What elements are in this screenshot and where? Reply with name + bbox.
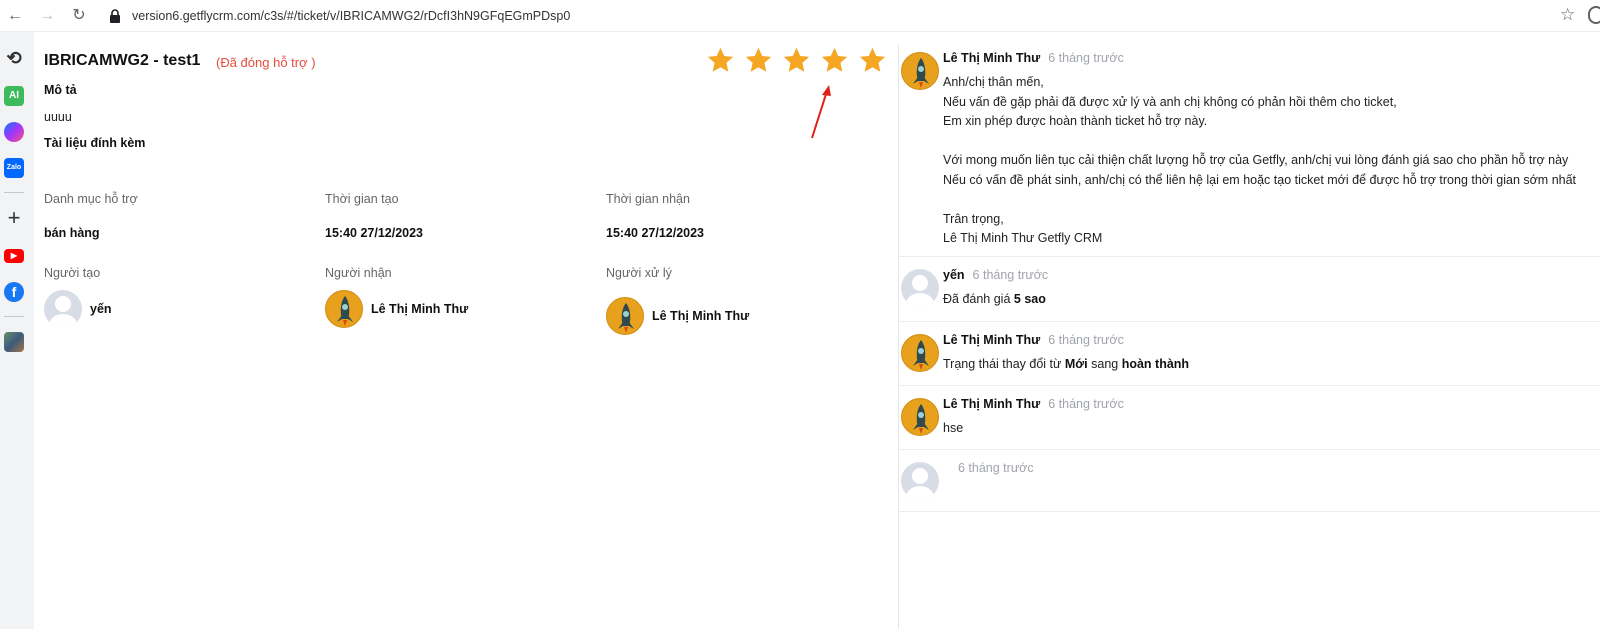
description-text: uuuu — [44, 110, 72, 124]
ticket-status: (Đã đóng hỗ trợ ) — [216, 55, 316, 70]
received-time-value: 15:40 27/12/2023 — [606, 226, 705, 240]
messenger-icon[interactable] — [4, 122, 24, 142]
sidebar-divider — [4, 316, 24, 317]
created-time-value: 15:40 27/12/2023 — [325, 226, 424, 240]
facebook-icon[interactable]: f — [4, 282, 24, 302]
reload-icon[interactable]: ↻ — [68, 5, 90, 27]
comment-line: Em xin phép được hoàn thành ticket hỗ tr… — [943, 114, 1208, 128]
star-icon[interactable] — [782, 46, 811, 75]
comment-body: Anh/chị thân mến, Nếu vấn đề gặp phải đã … — [943, 73, 1576, 249]
avatar — [901, 52, 939, 90]
add-icon[interactable]: + — [4, 207, 24, 229]
youtube-icon[interactable]: ▶ — [4, 249, 24, 263]
receiver-label: Người nhận — [325, 266, 392, 280]
sidebar-divider — [4, 192, 24, 193]
rating-value: 5 sao — [1013, 292, 1046, 306]
comment-line: Trân trọng, — [943, 211, 1004, 226]
comment-item: yến 6 tháng trước Đã đánh giá 5 sao — [899, 257, 1600, 322]
status-from: Mới — [1064, 357, 1088, 371]
rocket-icon — [913, 58, 929, 88]
address-bar[interactable]: version6.getflycrm.com/c3s/#/ticket/v/IB… — [108, 5, 570, 27]
browser-toolbar: ← → ↻ version6.getflycrm.com/c3s/#/ticke… — [0, 0, 1600, 32]
comment-time: 6 tháng trước — [958, 461, 1034, 475]
comment-item: 6 tháng trước — [899, 450, 1600, 512]
creator: yến — [44, 290, 112, 328]
comment-line: Nếu có vấn đề phát sinh, anh/chị có thể … — [943, 172, 1577, 187]
comment-line: Nếu vấn đề gặp phải đã được xử lý và anh… — [943, 94, 1397, 109]
ticket-title: IBRICAMWG2 - test1 — [44, 52, 201, 69]
star-icon[interactable] — [706, 46, 735, 75]
handler-name: Lê Thị Minh Thư — [652, 309, 750, 323]
status-to: hoàn thành — [1121, 357, 1190, 371]
avatar — [901, 462, 939, 500]
rating-stars[interactable] — [706, 46, 887, 75]
creator-name: yến — [90, 302, 112, 316]
handler-label: Người xử lý — [606, 266, 672, 280]
rocket-icon — [618, 303, 634, 333]
comment-time: 6 tháng trước — [1048, 333, 1124, 347]
comment-text: Đã đánh giá — [943, 292, 1014, 306]
comments-panel: Lê Thị Minh Thư 6 tháng trước Anh/chị th… — [899, 32, 1600, 629]
forward-icon[interactable]: → — [36, 5, 58, 27]
handler: Lê Thị Minh Thư — [606, 297, 749, 335]
comment-body: hse — [943, 421, 964, 435]
comment-line: Anh/chị thân mến, — [943, 75, 1044, 89]
description-label: Mô tả — [44, 83, 77, 97]
comment-item: Lê Thị Minh Thư 6 tháng trước Anh/chị th… — [899, 40, 1600, 257]
comment-line — [943, 132, 1576, 152]
star-icon[interactable] — [820, 46, 849, 75]
url-text: version6.getflycrm.com/c3s/#/ticket/v/IB… — [132, 9, 571, 23]
rocket-icon — [913, 404, 929, 434]
star-icon[interactable] — [858, 46, 887, 75]
comment-line — [943, 190, 1576, 210]
avatar — [44, 290, 82, 328]
rocket-icon — [337, 296, 353, 326]
avatar — [901, 269, 939, 307]
rocket-icon — [913, 340, 929, 370]
comment-author: Lê Thị Minh Thư — [943, 51, 1041, 65]
receiver: Lê Thị Minh Thư — [325, 290, 468, 328]
comment-line: Với mong muốn liên tục cải thiện chất lư… — [943, 153, 1569, 167]
comment-author: Lê Thị Minh Thư — [943, 333, 1041, 347]
category-value: bán hàng — [44, 226, 100, 240]
comment-item: Lê Thị Minh Thư 6 tháng trước hse — [899, 386, 1600, 450]
browser-sidebar: ⟲ AI Zalo + ▶ f — [0, 32, 34, 629]
profile-icon[interactable] — [4, 332, 24, 352]
comment-time: 6 tháng trước — [972, 268, 1049, 282]
creator-label: Người tạo — [44, 266, 101, 280]
avatar — [901, 334, 939, 372]
ticket-detail-panel: IBRICAMWG2 - test1 (Đã đóng hỗ trợ ) Mô … — [34, 32, 898, 629]
comment-time: 6 tháng trước — [1048, 397, 1124, 411]
avatar — [325, 290, 363, 328]
comment-time: 6 tháng trước — [1048, 51, 1124, 65]
attachments-label: Tài liệu đính kèm — [44, 136, 146, 150]
comment-body: Đã đánh giá 5 sao — [943, 290, 1046, 310]
received-time-label: Thời gian nhận — [606, 192, 690, 206]
avatar — [606, 297, 644, 335]
bookmark-star-icon[interactable]: ☆ — [1560, 5, 1575, 25]
receiver-name: Lê Thị Minh Thư — [371, 302, 469, 316]
comment-text: sang — [1087, 357, 1122, 371]
comment-author: Lê Thị Minh Thư — [943, 397, 1041, 411]
comment-text: Trạng thái thay đổi từ — [943, 357, 1065, 371]
ai-icon[interactable]: AI — [4, 86, 24, 106]
lock-icon — [110, 9, 120, 23]
category-label: Danh mục hỗ trợ — [44, 192, 138, 206]
annotation-arrow — [811, 85, 831, 139]
created-time-label: Thời gian tạo — [325, 192, 399, 206]
comment-line: Lê Thị Minh Thư Getfly CRM — [943, 231, 1103, 245]
comment-author: yến — [943, 268, 965, 282]
comment-body: Trạng thái thay đổi từ Mới sang hoàn thà… — [943, 355, 1189, 375]
zalo-icon[interactable]: Zalo — [4, 158, 24, 178]
extension-icon[interactable] — [1588, 6, 1600, 24]
comment-item: Lê Thị Minh Thư 6 tháng trước Trạng thái… — [899, 322, 1600, 386]
history-icon[interactable]: ⟲ — [4, 48, 24, 68]
star-icon[interactable] — [744, 46, 773, 75]
avatar — [901, 398, 939, 436]
back-icon[interactable]: ← — [4, 5, 26, 27]
